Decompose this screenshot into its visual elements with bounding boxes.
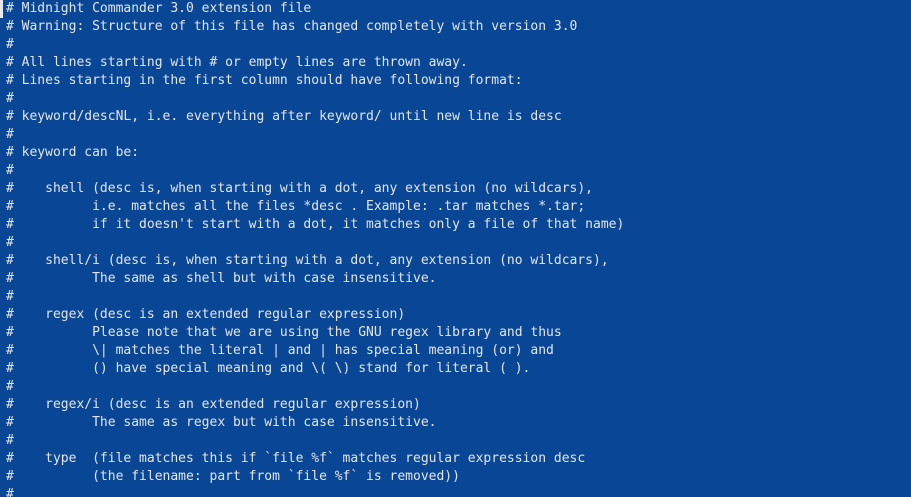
text-line: # () have special meaning and \( \) stan…: [6, 361, 531, 376]
text-line: # if it doesn't start with a dot, it mat…: [6, 217, 625, 232]
text-line: # shell/i (desc is, when starting with a…: [6, 253, 609, 268]
text-line: # keyword can be:: [6, 145, 140, 160]
text-line: #: [6, 487, 14, 497]
text-line: # keyword/descNL, i.e. everything after …: [6, 109, 562, 124]
text-line: # The same as regex but with case insens…: [6, 415, 437, 430]
text-line: #: [6, 379, 14, 394]
text-line: #: [6, 433, 14, 448]
text-line: # regex/i (desc is an extended regular e…: [6, 397, 421, 412]
text-line: # Warning: Structure of this file has ch…: [6, 19, 578, 34]
text-line: #: [6, 127, 14, 142]
text-line: #: [6, 37, 14, 52]
text-line: #: [6, 91, 14, 106]
text-line: # \| matches the literal | and | has spe…: [6, 343, 554, 358]
text-line: # shell (desc is, when starting with a d…: [6, 181, 593, 196]
file-content: # Midnight Commander 3.0 extension file …: [6, 0, 624, 497]
text-line: #: [6, 163, 14, 178]
text-line: # The same as shell but with case insens…: [6, 271, 437, 286]
text-line: # Please note that we are using the GNU …: [6, 325, 562, 340]
text-line: # (the filename: part from `file %f` is …: [6, 469, 460, 484]
text-line: # Midnight Commander 3.0 extension file: [6, 1, 312, 16]
text-line: # Lines starting in the first column sho…: [6, 73, 523, 88]
text-line: # i.e. matches all the files *desc . Exa…: [6, 199, 586, 214]
text-line: # regex (desc is an extended regular exp…: [6, 307, 406, 322]
text-line: #: [6, 235, 14, 250]
text-cursor: [0, 0, 3, 18]
text-line: # All lines starting with # or empty lin…: [6, 55, 468, 70]
editor-text-area[interactable]: # Midnight Commander 3.0 extension file …: [0, 0, 911, 497]
text-line: #: [6, 289, 14, 304]
text-line: # type (file matches this if `file %f` m…: [6, 451, 586, 466]
